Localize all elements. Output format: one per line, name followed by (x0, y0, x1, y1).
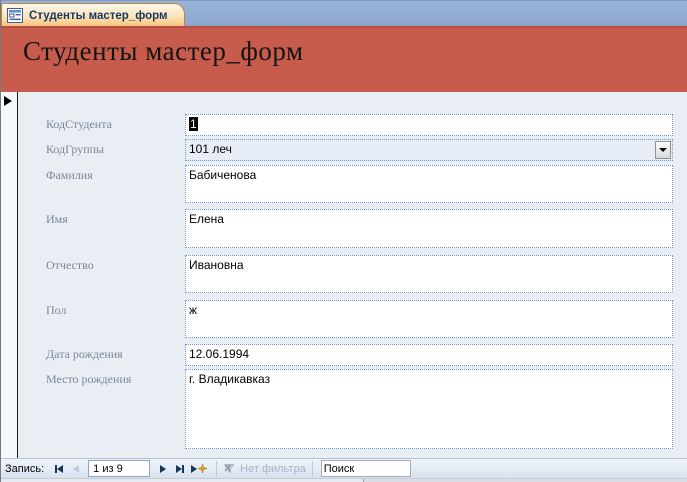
navbar-separator (216, 460, 218, 477)
previous-record-button[interactable] (68, 462, 83, 476)
selected-text: 1 (189, 117, 198, 131)
form-body: КодСтудента 1 КодГруппы 101 леч Фамилия … (1, 92, 687, 458)
new-record-button[interactable] (189, 462, 209, 476)
combo-dropdown-button[interactable] (655, 141, 671, 159)
field-value: ж (189, 303, 198, 317)
new-record-icon (191, 464, 198, 473)
label-kodgruppy: КодГруппы (46, 142, 105, 156)
label-familiya: Фамилия (46, 168, 93, 182)
last-record-button[interactable] (172, 462, 187, 476)
field-familiya[interactable]: Бабиченова (185, 165, 673, 203)
first-record-button[interactable] (51, 462, 66, 476)
field-data-rozhdeniya[interactable]: 12.06.1994 (185, 344, 673, 366)
navbar-separator (311, 460, 313, 477)
form-header: Студенты мастер_форм (1, 26, 687, 92)
form-title: Студенты мастер_форм (23, 36, 304, 66)
field-kodgruppy[interactable]: 101 леч (185, 139, 673, 161)
combo-value: 101 леч (189, 142, 232, 156)
access-form-window: Студенты мастер_форм Студенты мастер_фор… (0, 0, 687, 482)
filter-status-button[interactable]: Нет фильтра (223, 463, 306, 475)
record-navigation-bar: Запись: 1 из 9 Нет фильтра Поиск (1, 458, 687, 478)
field-otchestvo[interactable]: Ивановна (185, 255, 673, 293)
label-imya: Имя (46, 212, 68, 226)
field-value: Ивановна (189, 258, 244, 272)
label-otchestvo: Отчество (46, 258, 94, 272)
previous-record-icon (72, 464, 79, 473)
tab-title: Студенты мастер_форм (29, 9, 168, 22)
field-imya[interactable]: Елена (185, 209, 673, 248)
field-pol[interactable]: ж (185, 300, 673, 338)
filter-status-label: Нет фильтра (240, 462, 306, 475)
field-value: г. Владикавказ (189, 372, 271, 386)
field-value: Елена (189, 212, 224, 226)
new-record-star-icon (198, 464, 208, 473)
field-mesto-rozhdeniya[interactable]: г. Владикавказ (185, 369, 673, 449)
field-value: Бабиченова (189, 168, 257, 182)
next-record-icon (159, 464, 166, 473)
document-tab-strip: Студенты мастер_форм (1, 0, 687, 27)
form-icon (7, 8, 23, 23)
current-record-arrow-icon (4, 96, 12, 106)
label-kodstudenta: КодСтудента (46, 117, 112, 131)
filter-crossed-icon (224, 463, 236, 473)
tab-students-master-form[interactable]: Студенты мастер_форм (1, 3, 185, 27)
bottom-scroll-strip (1, 478, 687, 482)
field-value: 12.06.1994 (189, 347, 250, 361)
record-label: Запись: (5, 462, 45, 475)
search-input[interactable] (320, 460, 411, 477)
chevron-down-icon (659, 148, 667, 152)
next-record-button[interactable] (155, 462, 170, 476)
label-mesto-rozhdeniya: Место рождения (46, 372, 132, 386)
field-kodstudenta[interactable]: 1 (185, 114, 673, 136)
label-pol: Пол (46, 303, 67, 317)
record-position-box[interactable]: 1 из 9 (88, 460, 151, 477)
record-selector-strip[interactable] (1, 92, 18, 458)
record-position: 1 из 9 (93, 462, 123, 475)
label-data-rozhdeniya: Дата рождения (46, 347, 123, 361)
